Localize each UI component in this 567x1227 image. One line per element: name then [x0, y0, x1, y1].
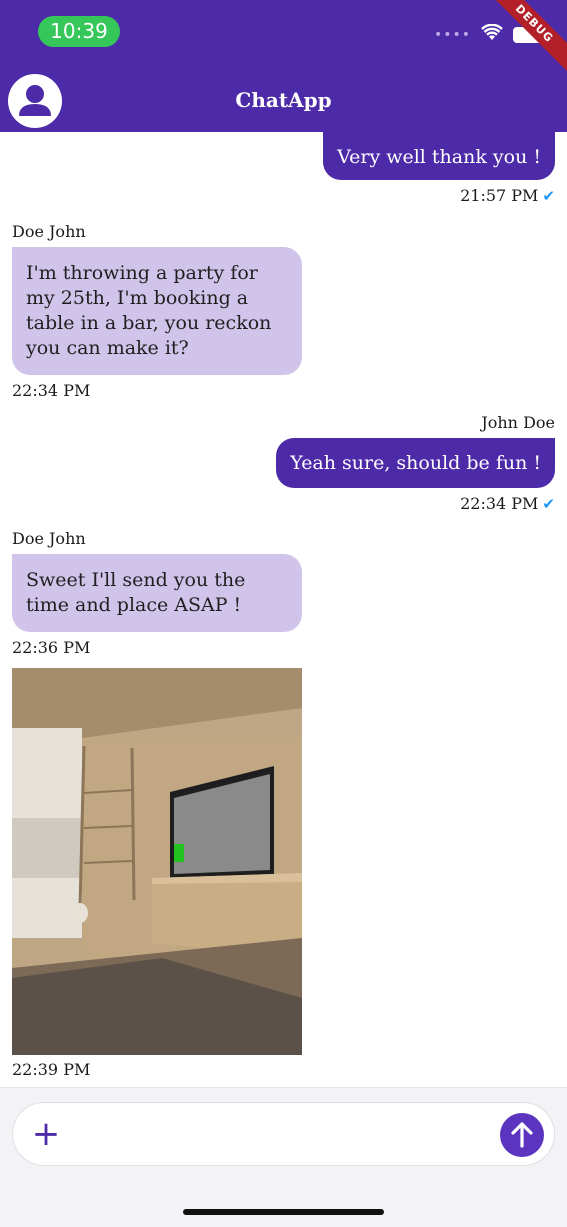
message-meta: 21:57 PM ✔: [323, 186, 555, 205]
message-time: 21:57 PM: [460, 186, 539, 205]
message-time: 22:36 PM: [12, 638, 91, 657]
message-outgoing: Very well thank you ! 21:57 PM ✔: [323, 132, 555, 205]
message-input[interactable]: +: [12, 1102, 555, 1166]
message-time: 22:39 PM: [12, 1060, 91, 1079]
message-image[interactable]: [12, 668, 302, 1055]
message-bubble[interactable]: Very well thank you !: [323, 132, 555, 180]
message-bubble[interactable]: Yeah sure, should be fun !: [276, 438, 555, 488]
message-incoming: Doe John Sweet I'll send you the time an…: [12, 529, 302, 657]
message-bubble[interactable]: Sweet I'll send you the time and place A…: [12, 554, 302, 632]
message-meta: 22:34 PM ✔: [276, 494, 555, 513]
message-meta: 22:39 PM: [12, 1060, 90, 1079]
message-sender: Doe John: [12, 529, 86, 548]
app-header: 10:39 •••• DEBUG ChatApp: [0, 0, 567, 132]
message-time: 22:34 PM: [12, 381, 91, 400]
wifi-icon: [481, 23, 503, 46]
message-incoming: Doe John I'm throwing a party for my 25t…: [12, 222, 302, 400]
app-title: ChatApp: [235, 88, 332, 112]
message-bubble[interactable]: I'm throwing a party for my 25th, I'm bo…: [12, 247, 302, 375]
plus-icon[interactable]: +: [29, 1117, 63, 1151]
message-outgoing: John Doe Yeah sure, should be fun ! 22:3…: [276, 413, 555, 513]
send-button[interactable]: [500, 1113, 544, 1157]
message-time: 22:34 PM: [460, 494, 539, 513]
message-list[interactable]: Very well thank you ! 21:57 PM ✔ Doe John…: [0, 132, 567, 1087]
composer-area: +: [0, 1087, 567, 1227]
read-check-icon: ✔: [542, 187, 555, 205]
home-indicator: [183, 1209, 384, 1215]
message-sender: John Doe: [481, 413, 555, 432]
status-time: 10:39: [38, 16, 120, 47]
room-photo: [12, 668, 302, 1055]
signal-icon: ••••: [433, 27, 471, 43]
read-check-icon: ✔: [542, 495, 555, 513]
message-sender: Doe John: [12, 222, 86, 241]
arrow-up-icon: [511, 1122, 533, 1148]
